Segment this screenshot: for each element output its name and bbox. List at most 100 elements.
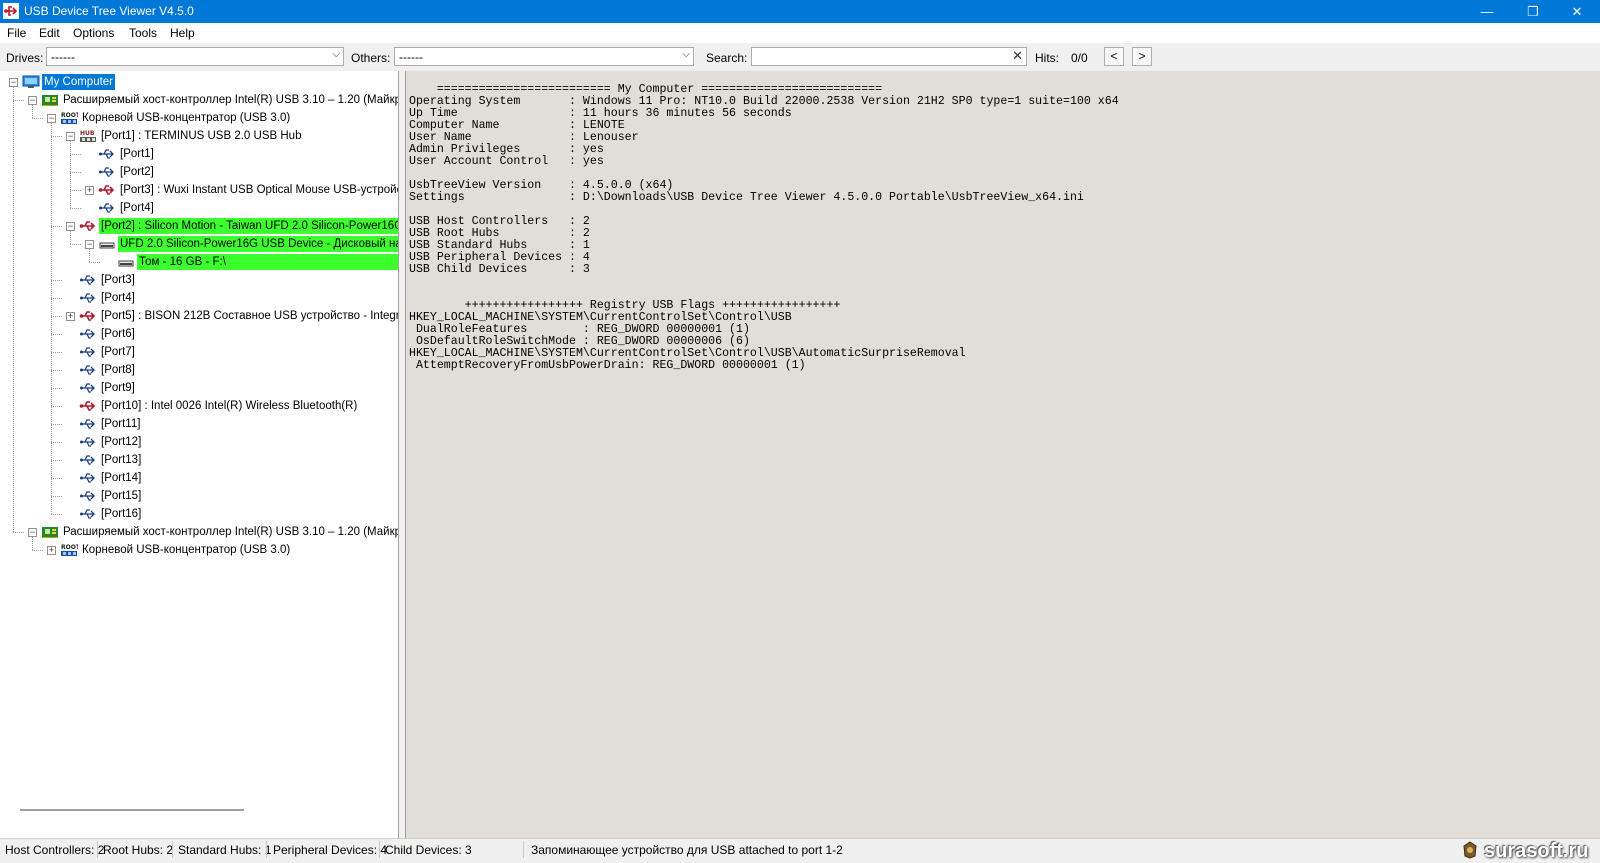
usb-port-icon <box>79 507 97 521</box>
collapse-node-icon[interactable]: − <box>28 96 37 105</box>
tree-node[interactable]: [Port4] <box>0 199 398 217</box>
chevron-down-icon: ⌵ <box>682 49 690 60</box>
tree-node[interactable]: − UFD 2.0 Silicon-Power16G USB Device - Д… <box>0 235 398 253</box>
tree-node-label: Расширяемый хост-контроллер Intel(R) USB… <box>63 526 399 538</box>
title-bar: USB Device Tree Viewer V4.5.0 — ❐ ✕ <box>0 0 1600 23</box>
menu-file[interactable]: File <box>7 26 26 40</box>
tree-node-label: [Port8] <box>101 364 135 376</box>
tree-node-label: [Port5] : BISON 212B Составное USB устро… <box>101 310 398 322</box>
usb-port-icon <box>79 417 97 431</box>
tree-node[interactable]: [Port12] <box>0 433 398 451</box>
expand-node-icon[interactable]: + <box>85 186 94 195</box>
collapse-node-icon[interactable]: − <box>66 222 75 231</box>
info-pane: ========================= My Computer ==… <box>405 71 1600 838</box>
tree-node[interactable]: [Port11] <box>0 415 398 433</box>
tree-node-label: Корневой USB-концентратор (USB 3.0) <box>82 544 291 556</box>
usb-port-icon <box>79 471 97 485</box>
tree-node[interactable]: [Port4] <box>0 289 398 307</box>
expand-node-icon[interactable]: + <box>47 546 56 555</box>
tree-node[interactable]: [Port14] <box>0 469 398 487</box>
status-separator <box>523 841 524 858</box>
tree-node-label: [Port1] : TERMINUS USB 2.0 USB Hub <box>101 130 302 142</box>
host-controller-icon <box>41 525 59 539</box>
device-tree[interactable]: − My Computer − Расширяемый хост-контроллер… <box>0 71 399 838</box>
window-title: USB Device Tree Viewer V4.5.0 <box>24 4 194 18</box>
tree-node[interactable]: Том - 16 GB - F:\ <box>0 253 398 271</box>
usb-port-icon <box>79 381 97 395</box>
tree-node-label: Корневой USB-концентратор (USB 3.0) <box>82 112 291 124</box>
tree-node[interactable]: [Port15] <box>0 487 398 505</box>
menu-edit[interactable]: Edit <box>39 26 60 40</box>
clear-search-icon[interactable]: ✕ <box>1012 48 1023 64</box>
tree-node[interactable]: + ROOT Корневой USB-концентратор (USB 3.0) <box>0 541 398 559</box>
status-root-hubs: Root Hubs: 2 <box>103 843 174 857</box>
drives-combo[interactable]: ------ ⌵ <box>46 47 344 66</box>
next-hit-button[interactable]: > <box>1132 47 1152 66</box>
info-text: ========================= My Computer ==… <box>409 83 1119 372</box>
app-icon <box>3 3 19 19</box>
restore-button[interactable]: ❐ <box>1510 0 1556 23</box>
tree-node[interactable]: − HUB [Port1] : TERMINUS USB 2.0 USB Hub <box>0 127 398 145</box>
tree-node[interactable]: [Port9] <box>0 379 398 397</box>
close-button[interactable]: ✕ <box>1554 0 1600 23</box>
tree-node[interactable]: [Port3] <box>0 271 398 289</box>
tree-node[interactable]: − [Port2] : Silicon Motion - Taiwan UFD 2… <box>0 217 398 235</box>
collapse-node-icon[interactable]: − <box>28 528 37 537</box>
minimize-button[interactable]: — <box>1464 0 1510 23</box>
tree-node[interactable]: − Расширяемый хост-контроллер Intel(R) US… <box>0 523 399 541</box>
tree-node-label: UFD 2.0 Silicon-Power16G USB Device - Ди… <box>118 236 398 252</box>
tree-node[interactable]: [Port7] <box>0 343 398 361</box>
search-input[interactable]: ✕ <box>751 47 1027 66</box>
tree-node[interactable]: − Расширяемый хост-контроллер Intel(R) US… <box>0 91 398 109</box>
collapse-node-icon[interactable]: − <box>66 132 75 141</box>
tree-node[interactable]: [Port10] : Intel 0026 Intel(R) Wireless … <box>0 397 398 415</box>
tree-node-label: [Port2] : Silicon Motion - Taiwan UFD 2.… <box>99 218 398 234</box>
usb-port-icon <box>79 273 97 287</box>
hits-label: Hits: <box>1035 51 1059 65</box>
hits-value: 0/0 <box>1071 51 1088 65</box>
menu-options[interactable]: Options <box>73 26 114 40</box>
tree-node[interactable]: [Port8] <box>0 361 398 379</box>
usb-port-icon <box>79 291 97 305</box>
menu-help[interactable]: Help <box>170 26 195 40</box>
tree-node[interactable]: [Port2] <box>0 163 398 181</box>
horizontal-scrollbar[interactable] <box>20 809 244 811</box>
status-separator <box>266 841 267 858</box>
collapse-node-icon[interactable]: − <box>9 78 18 87</box>
tree-node-label: [Port11] <box>101 418 141 430</box>
usb-port-icon <box>79 489 97 503</box>
status-host-controllers: Host Controllers: 2 <box>5 843 105 857</box>
others-combo[interactable]: ------ ⌵ <box>394 47 694 66</box>
tree-node[interactable]: [Port16] <box>0 505 398 523</box>
tree-node-label: [Port4] <box>101 292 135 304</box>
tree-node[interactable]: + [Port3] : Wuxi Instant USB Optical Mous… <box>0 181 398 199</box>
tree-node[interactable]: [Port1] <box>0 145 398 163</box>
usb-device-icon <box>79 399 97 413</box>
collapse-node-icon[interactable]: − <box>47 114 56 123</box>
tree-node[interactable]: [Port13] <box>0 451 398 469</box>
tree-node-label: [Port10] : Intel 0026 Intel(R) Wireless … <box>101 400 358 412</box>
volume-icon <box>117 255 135 269</box>
svg-text:ROOT: ROOT <box>61 112 78 119</box>
collapse-node-icon[interactable]: − <box>85 240 94 249</box>
tree-node[interactable]: − My Computer <box>0 73 398 91</box>
status-separator <box>379 841 380 858</box>
tree-node-label: My Computer <box>42 74 116 90</box>
usb-port-icon <box>98 165 116 179</box>
tree-node-label: [Port9] <box>101 382 135 394</box>
tree-node[interactable]: [Port6] <box>0 325 398 343</box>
expand-node-icon[interactable]: + <box>66 312 75 321</box>
usb-device-icon <box>79 309 97 323</box>
previous-hit-button[interactable]: < <box>1104 47 1124 66</box>
status-separator <box>172 841 173 858</box>
menu-tools[interactable]: Tools <box>129 26 157 40</box>
usb-port-icon <box>79 453 97 467</box>
svg-text:HUB: HUB <box>80 130 95 137</box>
tree-node[interactable]: + [Port5] : BISON 212B Составное USB устр… <box>0 307 398 325</box>
tree-node-label: [Port2] <box>120 166 154 178</box>
tree-node[interactable]: −ROOT Корневой USB-концентратор (USB 3.0) <box>0 109 398 127</box>
disk-icon <box>98 237 116 251</box>
usb-port-icon <box>79 363 97 377</box>
status-message: Запоминающее устройство для USB attached… <box>531 843 843 857</box>
host-controller-icon <box>41 93 59 107</box>
